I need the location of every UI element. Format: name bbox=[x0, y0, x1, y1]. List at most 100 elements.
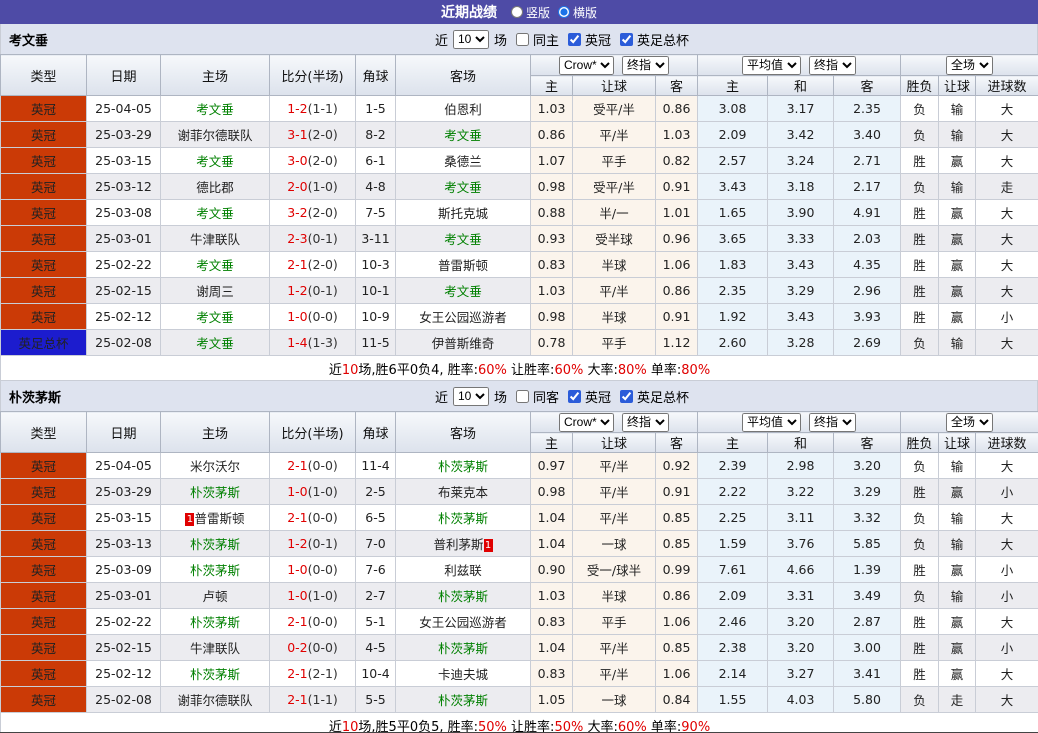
same-checkbox[interactable] bbox=[515, 32, 529, 46]
result-handicap: 走 bbox=[938, 686, 977, 713]
away-team-name: 朴茨茅斯 bbox=[437, 459, 488, 474]
away-team-cell: 考文垂 bbox=[395, 173, 531, 200]
half-score: (0-0) bbox=[307, 458, 338, 473]
league-label: 英冠 bbox=[585, 33, 612, 49]
match-row: 英冠 25-03-29 朴茨茅斯 1-0(1-0) 2-5 布莱克本 0.98 … bbox=[0, 478, 1038, 505]
handicap-line: 受一/球半 bbox=[572, 556, 656, 583]
match-date: 25-03-13 bbox=[86, 530, 161, 557]
half-score: (0-1) bbox=[307, 536, 338, 551]
away-team-cell: 伯恩利 bbox=[395, 95, 531, 122]
half-score: (0-0) bbox=[307, 309, 338, 324]
europe-away-odds: 2.71 bbox=[833, 147, 902, 174]
result-handicap: 赢 bbox=[938, 225, 977, 252]
match-row: 英冠 25-03-15 1普雷斯顿 2-1(0-0) 6-5 朴茨茅斯 1.04… bbox=[0, 504, 1038, 531]
home-team-cell: 米尔沃尔 bbox=[160, 452, 270, 479]
result-handicap: 输 bbox=[938, 582, 977, 609]
match-row: 英冠 25-02-22 朴茨茅斯 2-1(0-0) 5-1 女王公园巡游者 0.… bbox=[0, 608, 1038, 635]
league-checkbox[interactable] bbox=[568, 32, 581, 46]
handicap-company-select[interactable]: Crow* bbox=[559, 412, 615, 432]
near-label: 近 bbox=[434, 390, 448, 406]
europe-final-select[interactable]: 终指 bbox=[809, 55, 857, 75]
summary-segment: 场,胜5平0负5, 胜率: bbox=[358, 719, 479, 733]
result-winlose: 胜 bbox=[900, 251, 940, 278]
europe-away-odds: 2.69 bbox=[833, 329, 902, 356]
league-checkbox[interactable] bbox=[568, 389, 581, 403]
summary-segment: 让胜率: bbox=[506, 719, 555, 733]
result-winlose: 胜 bbox=[900, 478, 940, 505]
col-type: 类型 bbox=[0, 54, 87, 96]
home-team-cell: 朴茨茅斯 bbox=[160, 478, 270, 505]
home-team-cell: 考文垂 bbox=[160, 329, 270, 356]
europe-draw-odds: 3.90 bbox=[767, 199, 835, 226]
away-team-name: 朴茨茅斯 bbox=[437, 511, 488, 526]
europe-home-odds: 3.43 bbox=[697, 173, 769, 200]
summary-segment: 60% bbox=[478, 362, 507, 378]
away-team-name: 考文垂 bbox=[444, 284, 482, 299]
away-team-cell: 桑德兰 bbox=[395, 147, 531, 174]
result-winlose: 负 bbox=[900, 686, 940, 713]
match-date: 25-03-12 bbox=[86, 173, 161, 200]
away-team-name: 斯托克城 bbox=[437, 206, 488, 221]
away-team-cell: 普利茅斯1 bbox=[395, 530, 531, 557]
handicap-line: 半球 bbox=[572, 303, 656, 330]
europe-company-select[interactable]: 平均值 bbox=[742, 55, 802, 75]
home-team-cell: 考文垂 bbox=[160, 199, 270, 226]
result-handicap: 输 bbox=[938, 329, 977, 356]
cup-label: 英足总杯 bbox=[637, 390, 690, 406]
match-row: 英冠 25-03-09 朴茨茅斯 1-0(0-0) 7-6 利兹联 0.90 受… bbox=[0, 556, 1038, 583]
league-badge: 英冠 bbox=[0, 199, 87, 226]
score-cell: 1-0(1-0) bbox=[269, 478, 356, 505]
vertical-radio[interactable] bbox=[510, 6, 523, 18]
result-goals: 大 bbox=[975, 277, 1038, 304]
away-team-name: 女王公园巡游者 bbox=[419, 310, 507, 325]
league-label: 英冠 bbox=[585, 390, 612, 406]
home-team-cell: 朴茨茅斯 bbox=[160, 660, 270, 687]
half-score: (2-0) bbox=[307, 205, 338, 220]
horizontal-radio[interactable] bbox=[558, 6, 570, 18]
europe-selects-cell: 平均值 终指 bbox=[697, 411, 902, 433]
handicap-company-select[interactable]: Crow* bbox=[559, 55, 615, 75]
handicap-away-odds: 0.85 bbox=[654, 634, 699, 661]
corner-count: 10-4 bbox=[355, 660, 396, 687]
scope-select[interactable]: 全场 bbox=[946, 55, 994, 75]
home-team-name: 朴茨茅斯 bbox=[189, 563, 240, 578]
games-count-select[interactable]: 10 bbox=[452, 386, 489, 406]
full-score: 2-3 bbox=[287, 231, 308, 246]
handicap-home-odds: 0.86 bbox=[530, 121, 573, 148]
match-date: 25-03-15 bbox=[86, 147, 161, 174]
scope-select[interactable]: 全场 bbox=[946, 412, 994, 432]
home-team-name: 卢顿 bbox=[202, 589, 228, 604]
cup-checkbox[interactable] bbox=[620, 32, 634, 46]
summary-segment: 50% bbox=[478, 719, 507, 733]
handicap-final-select[interactable]: 终指 bbox=[622, 55, 670, 75]
away-team-name: 朴茨茅斯 bbox=[437, 693, 488, 708]
col-hcap-away: 客 bbox=[654, 75, 699, 96]
europe-away-odds: 3.32 bbox=[833, 504, 902, 531]
layout-option-vertical[interactable]: 竖版 bbox=[510, 4, 550, 21]
europe-draw-odds: 3.33 bbox=[767, 225, 835, 252]
full-score: 2-1 bbox=[287, 458, 308, 473]
home-team-cell: 考文垂 bbox=[160, 251, 270, 278]
europe-away-odds: 2.35 bbox=[833, 95, 902, 122]
same-checkbox[interactable] bbox=[515, 389, 529, 403]
europe-draw-odds: 3.76 bbox=[767, 530, 835, 557]
results-table: 类型 日期 主场 比分(半场) 角球 客场 Crow*终指 平均值终指 全场 bbox=[0, 411, 1038, 733]
home-team-name: 考文垂 bbox=[196, 154, 234, 169]
handicap-away-odds: 0.91 bbox=[654, 173, 699, 200]
home-team-cell: 牛津联队 bbox=[160, 225, 270, 252]
layout-option-horizontal[interactable]: 横版 bbox=[558, 4, 597, 21]
half-score: (2-1) bbox=[307, 666, 338, 681]
handicap-home-odds: 1.05 bbox=[530, 686, 573, 713]
europe-company-select[interactable]: 平均值 bbox=[742, 412, 802, 432]
scope-select-cell: 全场 bbox=[900, 411, 1038, 433]
cup-checkbox[interactable] bbox=[620, 389, 634, 403]
europe-final-select[interactable]: 终指 bbox=[809, 412, 857, 432]
stats-summary: 近10场,胜6平0负4, 胜率:60% 让胜率:60% 大率:80% 单率:80… bbox=[0, 355, 1038, 381]
handicap-away-odds: 0.99 bbox=[654, 556, 699, 583]
col-corner: 角球 bbox=[355, 411, 396, 453]
handicap-final-select[interactable]: 终指 bbox=[622, 412, 670, 432]
games-count-select[interactable]: 10 bbox=[452, 29, 489, 49]
handicap-home-odds: 1.07 bbox=[530, 147, 573, 174]
europe-home-odds: 3.65 bbox=[697, 225, 769, 252]
result-goals: 大 bbox=[975, 660, 1038, 687]
